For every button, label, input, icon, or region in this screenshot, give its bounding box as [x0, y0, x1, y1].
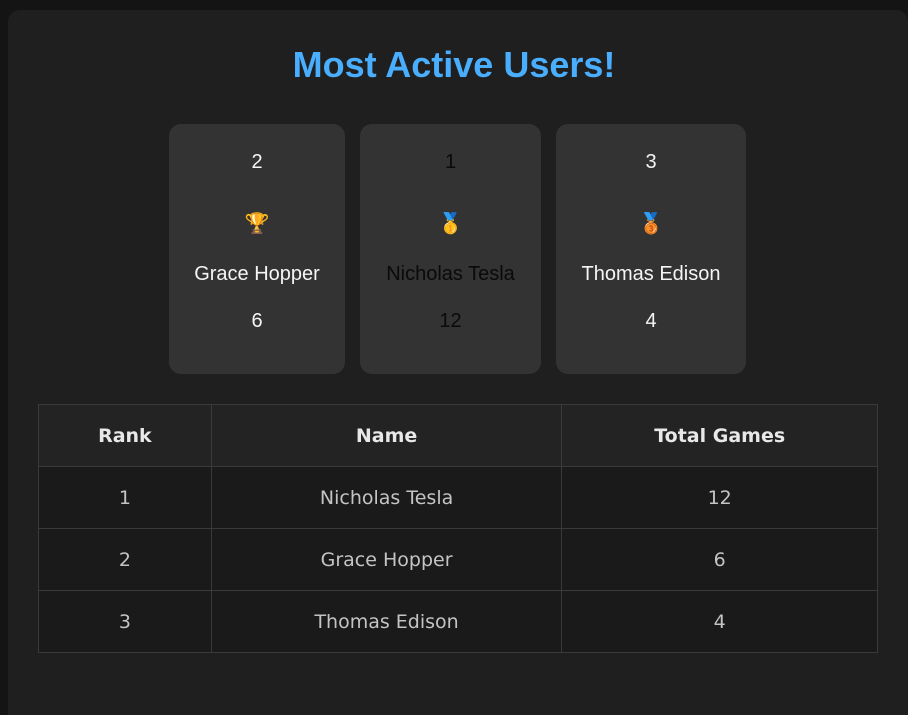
leaderboard-table: Rank Name Total Games 1 Nicholas Tesla 1…: [38, 404, 878, 653]
cell-total-games: 4: [561, 590, 878, 653]
column-header-name: Name: [210, 404, 563, 467]
cell-rank: 1: [38, 466, 212, 529]
podium-name: Grace Hopper: [194, 263, 320, 285]
table-row: 1 Nicholas Tesla 12: [38, 466, 878, 529]
cell-total-games: 6: [561, 528, 878, 591]
cell-total-games: 12: [561, 466, 878, 529]
podium-card-second: 2 🏆 Grace Hopper 6: [169, 124, 345, 374]
trophy-icon: 🏆: [244, 213, 270, 235]
table-row: 2 Grace Hopper 6: [38, 528, 878, 591]
bronze-medal-icon: 🥉: [638, 213, 664, 235]
column-header-rank: Rank: [38, 404, 212, 467]
table-header-row: Rank Name Total Games: [38, 404, 878, 467]
cell-rank: 3: [38, 590, 212, 653]
podium-rank: 3: [645, 151, 657, 173]
podium-rank: 2: [251, 151, 263, 173]
podium-games: 6: [251, 310, 263, 332]
podium-name: Thomas Edison: [581, 263, 721, 285]
column-header-total-games: Total Games: [561, 404, 878, 467]
cell-name: Nicholas Tesla: [210, 466, 563, 529]
podium-games: 4: [645, 310, 657, 332]
cell-rank: 2: [38, 528, 212, 591]
gold-medal-icon: 🥇: [438, 213, 463, 235]
podium-rank: 1: [444, 151, 457, 173]
table-row: 3 Thomas Edison 4: [38, 590, 878, 653]
podium-games: 12: [439, 310, 462, 332]
cell-name: Grace Hopper: [210, 528, 563, 591]
page-title: Most Active Users!: [292, 44, 616, 85]
podium-card-first: 1 🥇 Nicholas Tesla 12: [360, 124, 541, 374]
podium-card-third: 3 🥉 Thomas Edison 4: [556, 124, 746, 374]
cell-name: Thomas Edison: [210, 590, 563, 653]
podium-name: Nicholas Tesla: [386, 263, 515, 285]
